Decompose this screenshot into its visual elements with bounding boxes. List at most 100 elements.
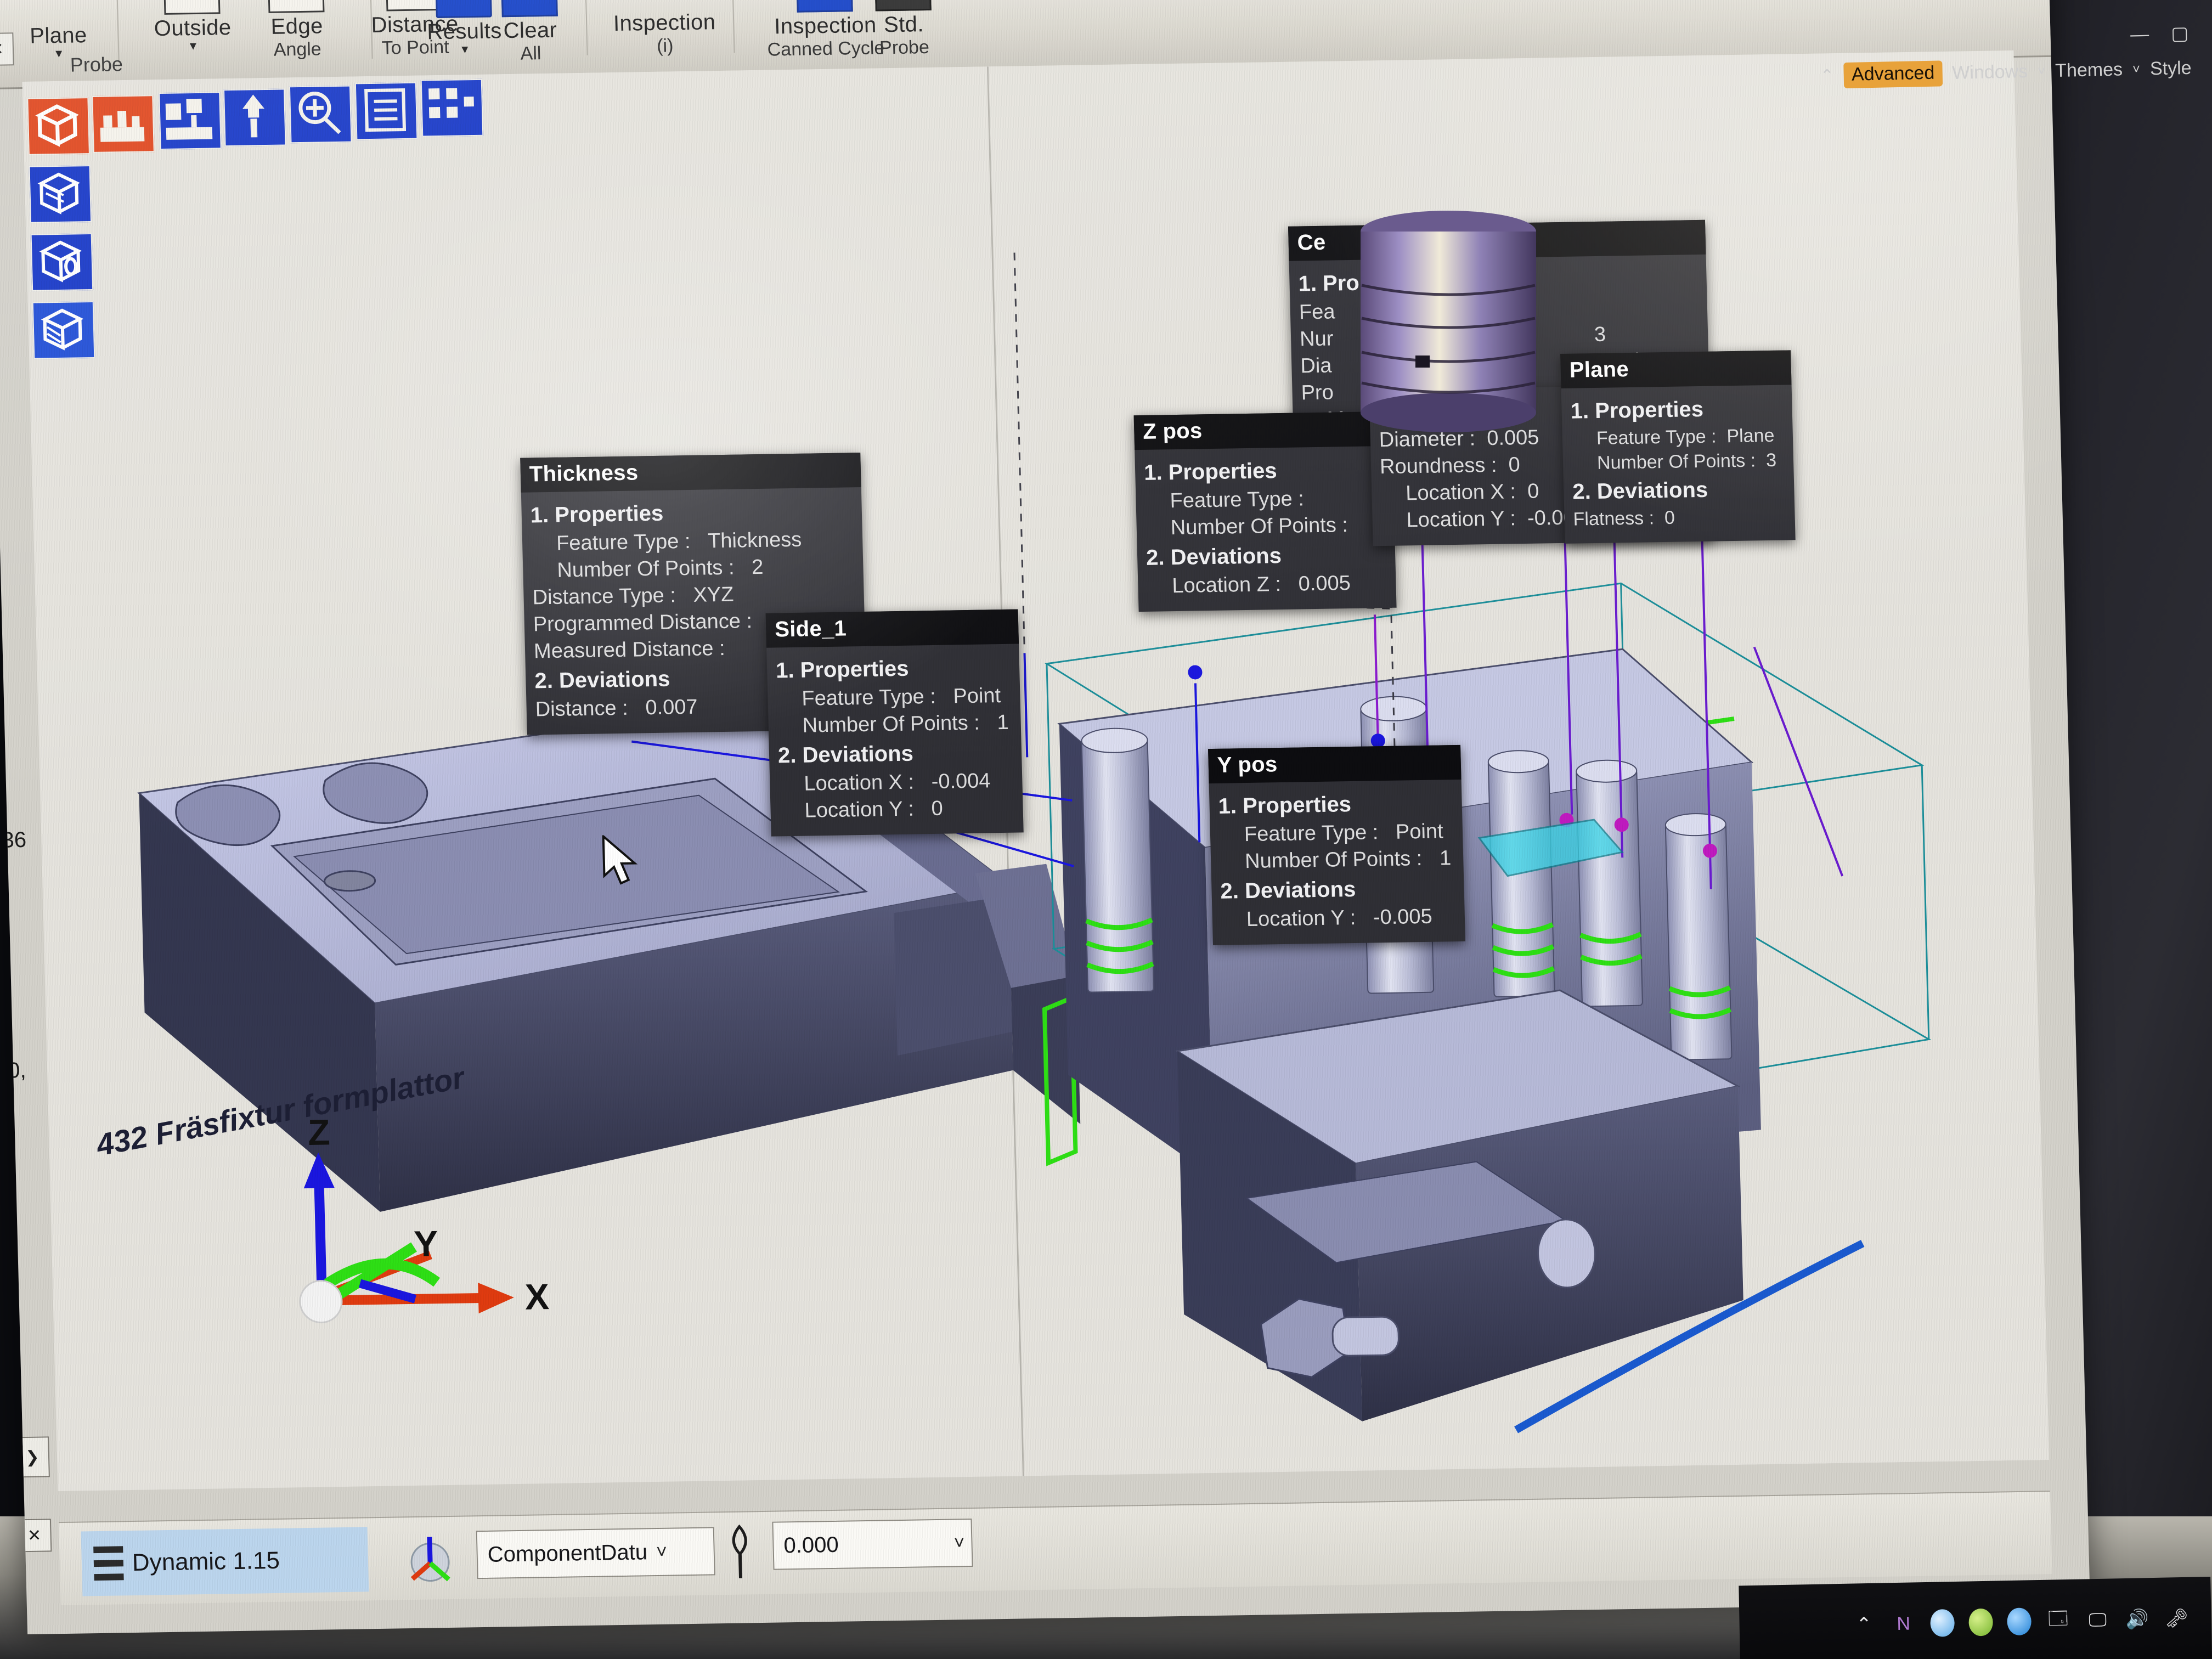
- menu-item-style[interactable]: Style: [2150, 58, 2192, 80]
- shaded-box-icon[interactable]: [29, 165, 92, 223]
- tooltip-title: Ce: [1288, 220, 1706, 261]
- display-icon[interactable]: 🗔: [2045, 1608, 2071, 1634]
- ribbon-button-clear-all[interactable]: Clear All: [479, 0, 580, 65]
- tooltip-row-value: 0: [1664, 507, 1675, 528]
- tooltip-section-heading: 2. Deviations: [1572, 477, 1786, 505]
- close-panel-button[interactable]: ✕: [0, 32, 14, 66]
- tooltip-row-label: Feature Type :: [556, 530, 691, 555]
- photograph-of-monitor: Plane ▾ Outside ▾ Edge Angle Distance To…: [0, 0, 2212, 1659]
- network-icon[interactable]: N: [1891, 1611, 1916, 1637]
- tooltip-row-value: 1: [1439, 847, 1451, 870]
- tooltip-section-heading: 1. Pro: [1298, 266, 1698, 296]
- chevron-down-icon[interactable]: ˅: [2132, 61, 2141, 77]
- tooltip-row-label: Roundness :: [1380, 454, 1497, 478]
- ribbon-sublabel: (i): [596, 35, 734, 58]
- collapse-ribbon-icon[interactable]: ⌃: [1820, 66, 1835, 86]
- tooltip-row-label: Distance :: [535, 697, 628, 721]
- close-icon: ✕: [0, 40, 4, 59]
- view-mode-indicator[interactable]: Dynamic 1.15: [81, 1527, 369, 1596]
- ribbon-button-inspection[interactable]: Inspection (i): [595, 0, 734, 58]
- tooltip-row-label: Distance Type :: [532, 584, 676, 609]
- tooltip-row-label: Diameter :: [1379, 427, 1475, 452]
- axis-label-y: Y: [413, 1223, 438, 1264]
- maximize-icon[interactable]: ▢: [2171, 22, 2189, 45]
- ribbon-label: Plane: [9, 22, 108, 49]
- chevron-down-icon[interactable]: ˅: [953, 1532, 965, 1554]
- tooltip-row-label: Dia: [1300, 354, 1332, 378]
- layout-icon[interactable]: [421, 79, 484, 137]
- ribbon-label: Std.: [851, 11, 956, 38]
- tool-icon[interactable]: [223, 88, 286, 146]
- offset-value: 0.000: [783, 1532, 839, 1558]
- ribbon-button-std-probe[interactable]: Std. Probe: [850, 0, 957, 59]
- menu-item-advanced[interactable]: Advanced: [1844, 60, 1943, 88]
- chevron-down-icon[interactable]: ▾: [130, 40, 256, 53]
- datum-triad-icon: [399, 1529, 461, 1588]
- tooltip-row-value: 0: [1508, 453, 1520, 476]
- chevron-down-icon[interactable]: ˅: [2038, 64, 2046, 79]
- menu-item-themes[interactable]: Themes: [2055, 59, 2123, 82]
- tooltip-row-value: 3: [1594, 321, 1699, 347]
- ribbon-group-caption-probe: Probe: [70, 53, 123, 76]
- ribbon-button-plane[interactable]: Plane ▾: [8, 0, 108, 60]
- tooltip-plane[interactable]: Plane 1. Properties Feature Type : Plane…: [1560, 350, 1796, 543]
- ribbon-label: Clear: [481, 17, 580, 44]
- tooltip-title: Plane: [1560, 350, 1792, 388]
- key-icon[interactable]: 🗝: [2164, 1606, 2190, 1632]
- list-view-icon[interactable]: [355, 82, 418, 140]
- tooltip-z-pos[interactable]: Z pos 1. Properties Feature Type : Numbe…: [1134, 411, 1397, 612]
- machine-setup-icon[interactable]: [159, 92, 222, 150]
- ribbon-button-edge-angle[interactable]: Edge Angle: [244, 0, 350, 61]
- datum-select[interactable]: ComponentDatu ˅: [476, 1527, 715, 1579]
- monitor-icon[interactable]: 🖵: [2085, 1607, 2111, 1633]
- volume-icon[interactable]: 🔊: [2124, 1606, 2150, 1632]
- tooltip-y-pos[interactable]: Y pos 1. Properties Feature Type : Point…: [1208, 745, 1465, 945]
- axis-triad[interactable]: Z Y X: [246, 1116, 560, 1351]
- minimize-icon[interactable]: —: [2130, 24, 2149, 46]
- left-readout-top: 36: [2, 828, 27, 853]
- ribbon-button-outside[interactable]: Outside ▾: [128, 0, 256, 53]
- tooltip-row-label: Feature Type :: [802, 685, 936, 710]
- show-hidden-icons-icon[interactable]: ⌃: [1851, 1612, 1877, 1638]
- tooltip-row-label: Feature Type :: [1596, 426, 1717, 449]
- tooltip-row-value: -0.005: [1373, 905, 1432, 929]
- zoom-pan-icon[interactable]: [289, 86, 352, 144]
- tooltip-row-label: Location Y :: [1246, 906, 1356, 931]
- datum-select-value: ComponentDatu: [487, 1540, 647, 1567]
- onedrive-icon[interactable]: [1930, 1609, 1955, 1637]
- tooltip-section-heading: 1. Properties: [776, 655, 1011, 684]
- mouse-cursor: [601, 834, 641, 890]
- tooltip-row-label: Flatness :: [1573, 507, 1654, 529]
- tooltip-row-label: Fea: [1299, 300, 1335, 324]
- wireframe-box-icon[interactable]: [31, 233, 94, 291]
- chevron-down-icon[interactable]: ˅: [656, 1541, 668, 1562]
- tooltip-row-label: Location X :: [804, 771, 915, 795]
- tooltip-row-label: Location Y :: [804, 798, 914, 822]
- close-icon: ✕: [27, 1526, 42, 1545]
- whatsapp-icon[interactable]: [1968, 1609, 1993, 1637]
- tooltip-title: Z pos: [1134, 411, 1393, 450]
- bluetooth-icon[interactable]: [2007, 1607, 2032, 1635]
- offset-input[interactable]: 0.000 ˅: [772, 1519, 973, 1570]
- section-box-icon[interactable]: [32, 301, 95, 359]
- tooltip-row-label: Location Z :: [1172, 573, 1282, 597]
- chevron-right-icon: ❯: [25, 1447, 40, 1466]
- inspection-canned-cycle-icon: [796, 0, 853, 13]
- tooltip-side-1[interactable]: Side_1 1. Properties Feature Type : Poin…: [765, 610, 1023, 837]
- inspection-icon: [637, 0, 691, 9]
- solid-shaded-icon[interactable]: [27, 97, 90, 155]
- tooltip-section-heading: 1. Properties: [530, 498, 853, 528]
- ribbon-label: Edge: [245, 13, 349, 40]
- tooltip-row-value: 0: [1527, 480, 1539, 503]
- stock-material-icon[interactable]: [92, 95, 155, 153]
- menu-item-windows[interactable]: Windows: [1952, 61, 2028, 84]
- windows-taskbar[interactable]: ⌃ N 🗔 🖵 🔊 🗝: [1739, 1577, 2212, 1659]
- os-app-menu-strip: ⌃ Advanced Windows ˅ Themes ˅ Style — ▢: [1828, 0, 2212, 145]
- view-toolbar[interactable]: [27, 89, 594, 405]
- tooltip-row-label: Location Y :: [1406, 507, 1516, 532]
- tooltip-row-label: Nur: [1300, 327, 1334, 351]
- expand-panel-button[interactable]: ❯: [15, 1436, 50, 1477]
- tooltip-section-heading: 2. Deviations: [778, 740, 1013, 769]
- tooltip-row-value: 1: [997, 711, 1009, 734]
- tooltip-row-label: Number Of Points :: [557, 556, 735, 582]
